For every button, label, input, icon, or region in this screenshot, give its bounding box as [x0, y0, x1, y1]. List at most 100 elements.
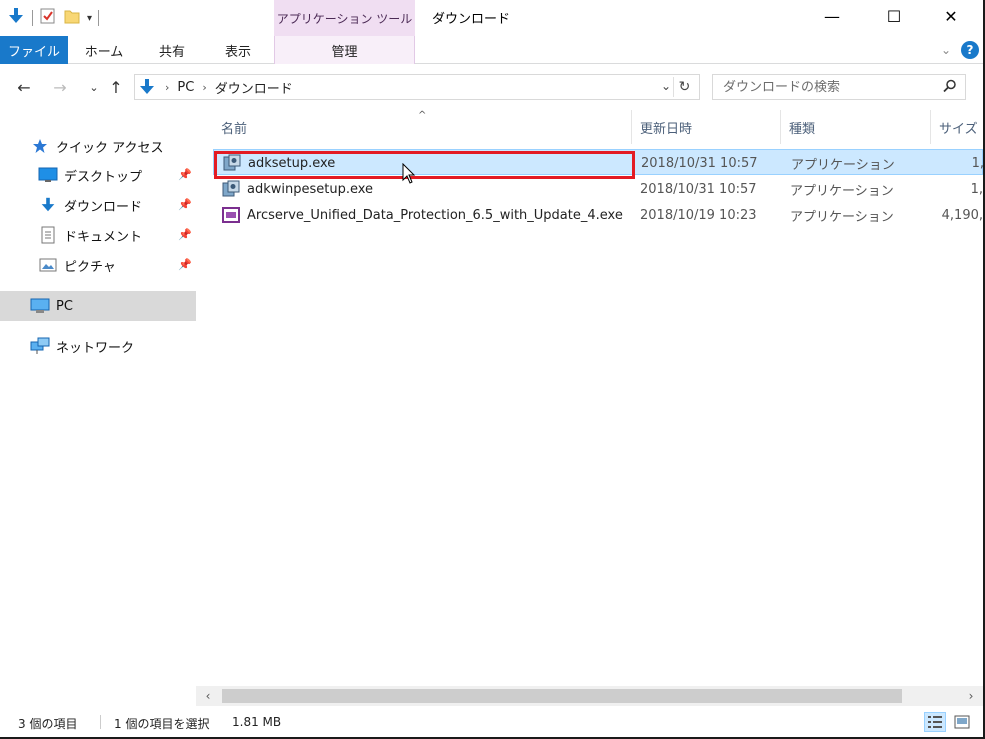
search-icon[interactable]	[943, 79, 957, 97]
nav-label: ドキュメント	[64, 229, 143, 245]
nav-label: ダウンロード	[64, 199, 143, 215]
status-item-count: 3 個の項目	[18, 717, 78, 731]
tab-home[interactable]: ホーム	[78, 36, 130, 64]
nav-label: ネットワーク	[56, 340, 135, 356]
pin-icon[interactable]: 📌	[178, 168, 192, 181]
nav-item-documents[interactable]: ドキュメント 📌	[0, 220, 196, 250]
explorer-window: ▾ アプリケーション ツール ダウンロード — ☐ ✕ ファイル ホーム 共有 …	[0, 0, 985, 739]
address-bar-row: ← → ⌄ ↑ › PC › ダウンロード ⌄ ↻	[0, 64, 983, 110]
app-window-icon	[221, 205, 241, 225]
file-type: アプリケーション	[790, 183, 894, 199]
tab-file[interactable]: ファイル	[0, 36, 68, 64]
large-icons-view-icon	[954, 715, 970, 729]
properties-icon[interactable]	[39, 7, 57, 29]
network-icon	[30, 336, 50, 356]
file-name: adkwinpesetup.exe	[247, 181, 374, 197]
file-row-adksetup[interactable]: adksetup.exe 2018/10/31 10:57 アプリケーション 1…	[213, 149, 983, 175]
file-size: 1,	[971, 155, 984, 171]
computer-icon	[30, 296, 50, 316]
status-bar: 3 個の項目 1 個の項目を選択 1.81 MB	[0, 706, 983, 737]
toolbar-separator	[32, 10, 33, 26]
scroll-left-icon[interactable]: ‹	[198, 686, 218, 706]
refresh-icon[interactable]: ↻	[673, 77, 695, 97]
nav-item-desktop[interactable]: デスクトップ 📌	[0, 160, 196, 190]
forward-button[interactable]: →	[50, 77, 70, 97]
customize-toolbar-icon[interactable]: ▾	[87, 13, 92, 24]
window-title: ダウンロード	[432, 12, 511, 27]
mouse-cursor-icon	[402, 162, 416, 189]
file-modified: 2018/10/19 10:23	[640, 207, 757, 223]
context-tab-header: アプリケーション ツール	[274, 0, 415, 36]
maximize-button[interactable]: ☐	[870, 0, 918, 32]
close-button[interactable]: ✕	[927, 0, 975, 32]
scrollbar-thumb[interactable]	[222, 689, 902, 703]
details-view-button[interactable]	[924, 712, 946, 732]
search-box[interactable]	[712, 74, 966, 100]
file-type: アプリケーション	[791, 157, 895, 173]
minimize-button[interactable]: —	[808, 0, 856, 32]
toolbar-separator	[98, 10, 100, 26]
tab-manage[interactable]: 管理	[274, 36, 415, 64]
expand-ribbon-icon[interactable]: ⌄	[941, 43, 951, 57]
nav-item-pc[interactable]: PC	[0, 291, 196, 321]
recent-locations-button[interactable]: ⌄	[84, 77, 104, 97]
nav-item-downloads[interactable]: ダウンロード 📌	[0, 190, 196, 220]
ribbon-right-controls: ⌄ ?	[941, 41, 979, 59]
ribbon-tabs: ファイル ホーム 共有 表示 管理 ⌄ ?	[0, 36, 983, 64]
file-row-adkwinpesetup[interactable]: adkwinpesetup.exe 2018/10/31 10:57 アプリケー…	[213, 176, 983, 202]
file-modified: 2018/10/31 10:57	[641, 155, 758, 171]
new-folder-icon[interactable]	[63, 7, 81, 29]
file-type: アプリケーション	[790, 209, 894, 225]
document-icon	[38, 225, 58, 245]
nav-label: クイック アクセス	[56, 140, 164, 156]
horizontal-scrollbar[interactable]: ‹ ›	[196, 686, 983, 706]
breadcrumb-chevron-icon[interactable]: ›	[202, 81, 206, 94]
pin-icon[interactable]: 📌	[178, 258, 192, 271]
back-button[interactable]: ←	[14, 77, 34, 97]
nav-item-network[interactable]: ネットワーク	[0, 331, 196, 361]
installer-icon	[222, 153, 242, 173]
file-row-arcserve[interactable]: Arcserve_Unified_Data_Protection_6.5_wit…	[213, 202, 983, 228]
column-header-name[interactable]: 名前	[213, 110, 632, 144]
quick-access-toolbar: ▾	[6, 6, 100, 30]
scroll-right-icon[interactable]: ›	[961, 686, 981, 706]
column-header-modified[interactable]: 更新日時	[632, 110, 781, 144]
download-arrow-icon	[137, 77, 157, 97]
breadcrumb-pc[interactable]: PC	[177, 80, 194, 95]
tab-share[interactable]: 共有	[146, 36, 198, 64]
nav-quick-access[interactable]: クイック アクセス	[0, 131, 196, 161]
status-separator	[100, 715, 101, 729]
file-name: Arcserve_Unified_Data_Protection_6.5_wit…	[247, 207, 623, 223]
chevron-down-icon[interactable]: ⌄	[661, 79, 671, 93]
address-box[interactable]: › PC › ダウンロード ⌄ ↻	[134, 74, 700, 100]
details-view-icon	[928, 716, 942, 728]
download-arrow-icon	[38, 195, 58, 215]
file-size: 1,	[970, 181, 983, 197]
file-size: 4,190,	[941, 207, 983, 223]
column-headers: ^ 名前 更新日時 種類 サイズ	[213, 110, 983, 144]
star-icon	[30, 136, 50, 156]
column-header-size[interactable]: サイズ	[931, 110, 983, 144]
nav-label: ピクチャ	[64, 259, 116, 275]
nav-item-pictures[interactable]: ピクチャ 📌	[0, 250, 196, 280]
desktop-icon	[38, 165, 58, 185]
large-icons-view-button[interactable]	[951, 712, 973, 732]
nav-label: PC	[56, 298, 73, 314]
breadcrumb-chevron-icon[interactable]: ›	[165, 81, 169, 94]
column-header-type[interactable]: 種類	[781, 110, 931, 144]
download-arrow-icon	[6, 6, 26, 30]
file-name: adksetup.exe	[248, 155, 336, 171]
pin-icon[interactable]: 📌	[178, 228, 192, 241]
file-list-pane: ^ 名前 更新日時 種類 サイズ adksetup.exe 2018/10/31…	[213, 110, 983, 686]
pin-icon[interactable]: 📌	[178, 198, 192, 211]
status-selection-size: 1.81 MB	[232, 715, 282, 729]
search-input[interactable]	[723, 79, 933, 95]
up-button[interactable]: ↑	[106, 77, 126, 97]
status-selection: 1 個の項目を選択	[114, 717, 210, 731]
title-bar: ▾ アプリケーション ツール ダウンロード — ☐ ✕	[0, 0, 983, 36]
breadcrumb-downloads[interactable]: ダウンロード	[215, 78, 293, 97]
tab-view[interactable]: 表示	[212, 36, 264, 64]
help-icon[interactable]: ?	[961, 41, 979, 59]
navigation-pane: クイック アクセス デスクトップ 📌 ダウンロード 📌 ドキュメント 📌 ピクチ…	[0, 110, 196, 706]
installer-icon	[221, 179, 241, 199]
